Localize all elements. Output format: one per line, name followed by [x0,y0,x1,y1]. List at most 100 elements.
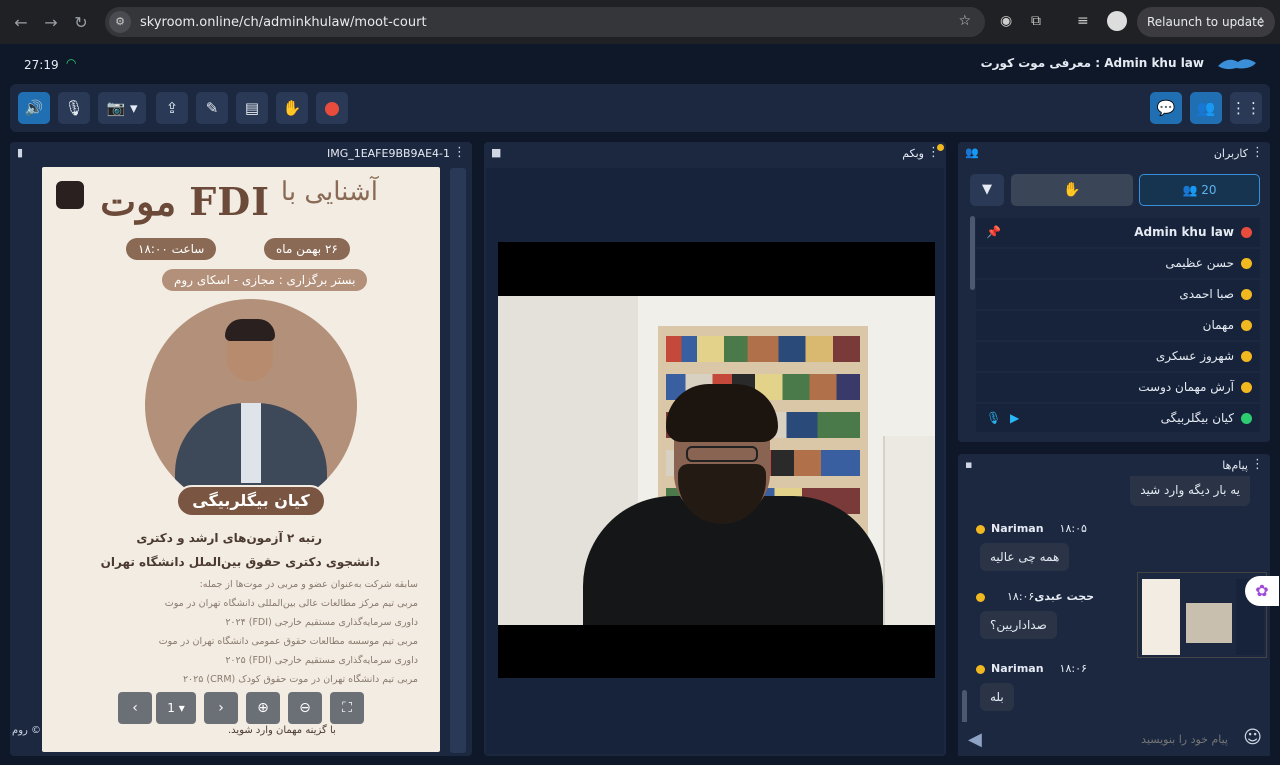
poster-footer: با گزینه مهمان وارد شوید. [228,725,336,736]
control-toolbar: 🔊 🎙 📷 ▾ ⇪ ✎ ▤ ✋ 💬 👥 ⋮⋮ [10,84,1270,132]
speaker-photo [145,299,357,511]
chat-input[interactable] [998,727,1228,751]
relaunch-button[interactable]: Relaunch to update ⋮ [1137,7,1275,37]
profile-avatar[interactable] [1107,11,1127,31]
message-user: Nariman [991,662,1044,675]
bio-line: داوری سرمایه‌گذاری مستقیم خارجی (FDI) ۲۰… [225,655,418,666]
camera-off-button[interactable]: 📷 ▾ [98,92,146,124]
user-icon [1241,351,1252,362]
user-row[interactable]: آرش مهمان دوست [976,373,1260,402]
presentation-header: ▮ IMG_1EAFE9BB9AE4-1 ⋮ [10,142,472,164]
chat-scrollbar[interactable] [962,690,967,724]
zoom-out-button[interactable]: ⊖ [288,692,322,724]
video-camera-icon: ■ [491,146,502,159]
room-header: 27:19 ◠ Admin khu law : معرفی موت کورت [0,44,1280,84]
page-selector[interactable]: 1 ▾ [156,692,196,724]
back-icon[interactable]: ← [6,13,36,32]
prev-page-button[interactable]: ‹ [118,692,152,724]
message-header: Nariman ۱۸:۰۵ [976,522,1087,535]
site-info-icon[interactable]: ⚙ [109,11,131,33]
users-panel: 👥 کاربران ⋮ ▼ ✋ 👥 20 Admin khu law 📌 حسن … [958,142,1270,442]
chat-input-bar: ◀ ☺ [958,722,1270,756]
user-dot [976,592,985,602]
send-icon[interactable]: ◀ [968,729,982,750]
chat-title: پیام‌ها [1222,459,1248,472]
webcam-header: ■ وبکم ⋮ [484,142,946,164]
poster-line1: رتبه ۲ آزمون‌های ارشد و دکتری [136,531,322,545]
webcam-title: وبکم [902,147,924,160]
reload-icon[interactable]: ↻ [66,13,96,32]
users-count: 20 [1201,183,1217,197]
ai-assistant-icon[interactable]: ✿ [1245,576,1279,606]
camera-icon: ▶ [1010,411,1020,425]
users-scrollbar[interactable] [970,216,975,290]
user-name: حسن عظیمی [1165,256,1234,270]
notification-dot [937,144,944,151]
organizer-logo [56,181,84,209]
room-title: Admin khu law : معرفی موت کورت [980,56,1204,70]
user-icon [1241,320,1252,331]
user-name: شهروز عسکری [1155,349,1234,363]
whiteboard-button[interactable]: ✎ [196,92,228,124]
bio-line: سابقه شرکت به‌عنوان عضو و مربی در موت‌ها… [199,579,418,590]
skyroom-logo [1218,59,1256,70]
emoji-icon[interactable]: ☺ [1243,727,1262,748]
user-dot [976,664,985,674]
speaker-button[interactable]: 🔊 [18,92,50,124]
bio-line: مربی تیم دانشگاه تهران در موت حقوق کودک … [182,674,418,685]
poster-line2: دانشجوی دکتری حقوق بین‌الملل دانشگاه تهر… [100,555,380,569]
users-toggle-button[interactable]: 👥 [1190,92,1222,124]
chat-icon: ▪ [965,458,973,471]
share-screen-button[interactable]: ⇪ [156,92,188,124]
url-text: skyroom.online/ch/adminkhulaw/moot-court [140,14,427,30]
user-row[interactable]: Admin khu law 📌 [976,218,1260,247]
menu-dots-icon[interactable]: ⋮ [1255,7,1267,37]
speaker-name: کیان بیگلربیگی [176,485,326,517]
zoom-in-button[interactable]: ⊕ [246,692,280,724]
pin-icon[interactable]: 📌 [986,218,1001,247]
files-button[interactable]: ▤ [236,92,268,124]
user-icon [1241,227,1252,238]
panel-menu-icon[interactable]: ⋮ [1251,457,1264,472]
message-bubble: بله [980,683,1014,711]
record-button[interactable] [316,92,348,124]
extension-icon[interactable]: ◉ [1000,13,1012,29]
mic-off-button[interactable]: 🎙 [58,92,90,124]
presentation-scrollbar[interactable] [450,168,466,753]
raised-hands-tab[interactable]: ✋ [1011,174,1133,206]
file-icon: ▮ [17,146,24,159]
panel-menu-icon[interactable]: ⋮ [453,145,466,160]
user-name: کیان بیگلربیگی [1160,411,1234,425]
bio-line: داوری سرمایه‌گذاری مستقیم خارجی (FDI) ۲۰… [225,617,418,628]
users-count-tab[interactable]: 👥 20 [1139,174,1260,206]
message-time: ۱۸:۰۵ [1059,522,1087,535]
webcam-feed [498,296,935,625]
chat-toggle-button[interactable]: 💬 [1150,92,1182,124]
user-row[interactable]: حسن عظیمی [976,249,1260,278]
forward-icon[interactable]: → [36,13,66,32]
media-icon[interactable]: ≡ [1077,13,1089,29]
next-page-button[interactable]: › [204,692,238,724]
message-time: ۱۸:۰۶ [1059,662,1087,675]
raise-hand-button[interactable]: ✋ [276,92,308,124]
puzzle-icon[interactable]: ⧉ [1031,13,1041,29]
poster-image: آشنایی با موت FDI ۲۶ بهمن ماه ساعت ۱۸:۰۰… [42,167,440,752]
filter-icon[interactable]: ▼ [970,174,1004,206]
poster-title-script: آشنایی با [280,177,378,207]
presentation-filename: IMG_1EAFE9BB9AE4-1 [326,147,450,160]
users-header: 👥 کاربران ⋮ [958,142,1270,164]
user-row[interactable]: شهروز عسکری [976,342,1260,371]
poster-date: ۲۶ بهمن ماه [264,238,350,260]
fullscreen-button[interactable]: ⛶ [330,692,364,724]
user-icon [1241,413,1252,424]
address-bar[interactable]: ⚙ skyroom.online/ch/adminkhulaw/moot-cou… [105,7,985,37]
panel-menu-icon[interactable]: ⋮ [1251,145,1264,160]
apps-grid-button[interactable]: ⋮⋮ [1230,92,1262,124]
user-row[interactable]: کیان بیگلربیگی 🎙 ▶ [976,404,1260,432]
bookmark-star-icon[interactable]: ☆ [958,13,971,29]
skyroom-app: 27:19 ◠ Admin khu law : معرفی موت کورت 🔊… [0,44,1280,765]
browser-toolbar: ← → ↻ ⚙ skyroom.online/ch/adminkhulaw/mo… [0,0,1280,44]
user-row[interactable]: مهمان [976,311,1260,340]
message-user: حجت عبدی [1034,590,1095,603]
user-row[interactable]: صبا احمدی [976,280,1260,309]
